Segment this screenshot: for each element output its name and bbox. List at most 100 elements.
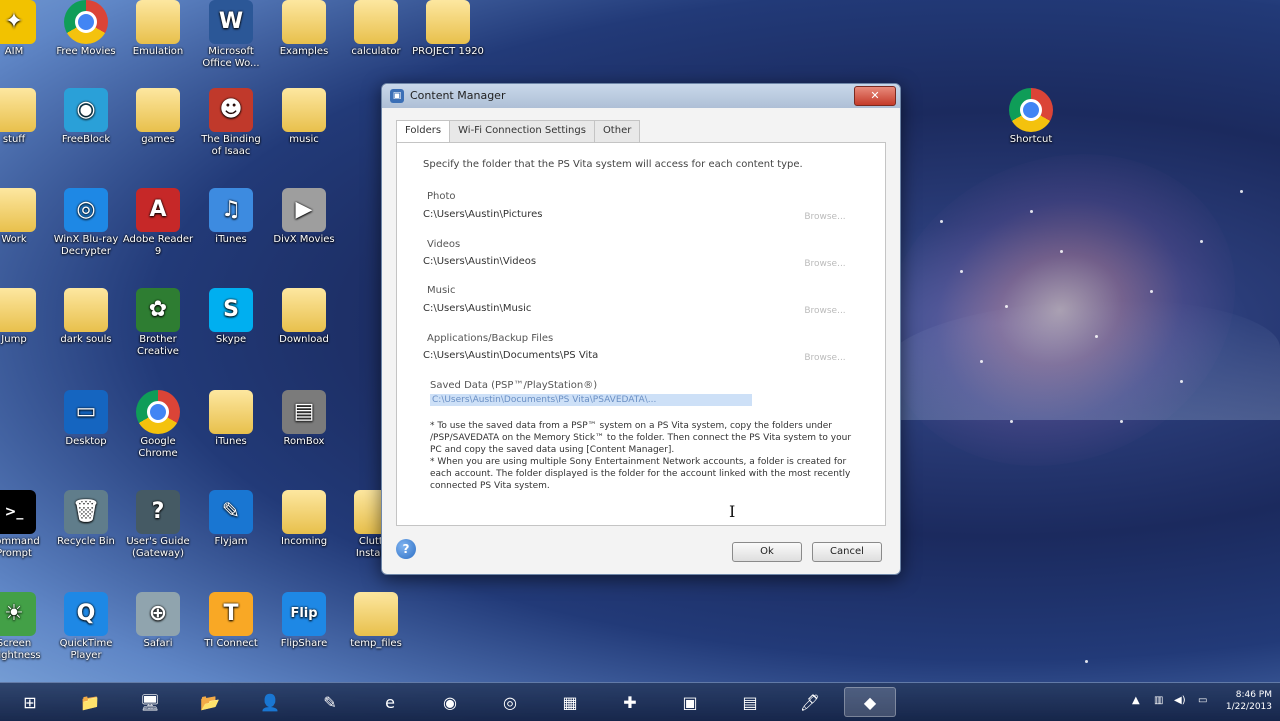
desktop-icon[interactable]: music [268, 88, 340, 146]
taskbar-app-icon[interactable]: ✚ [604, 687, 656, 717]
app-icon: ♫ [209, 188, 253, 232]
app-icon: ◎ [64, 188, 108, 232]
desktop-icon[interactable]: Work [0, 188, 50, 246]
desktop-icon[interactable]: ▭ Desktop [50, 390, 122, 448]
desktop-icon-label: Google Chrome [138, 436, 178, 459]
clock-time: 8:46 PM [1235, 690, 1272, 700]
desktop-icon[interactable]: ◎ WinX Blu-ray Decrypter [50, 188, 122, 258]
folder-icon [426, 0, 470, 44]
desktop-icon[interactable]: Download [268, 288, 340, 346]
taskbar-app-icon[interactable]: ▣ [664, 687, 716, 717]
desktop-icon[interactable]: ? User's Guide (Gateway) [122, 490, 194, 560]
desktop-icon[interactable]: stuff [0, 88, 50, 146]
desktop-icon[interactable]: temp_files [340, 592, 412, 650]
taskbar-app-icon[interactable]: ✎ [304, 687, 356, 717]
desktop-icon-label: iTunes [215, 436, 247, 447]
desktop-icon-label: Jump [1, 334, 27, 345]
tab-other[interactable]: Other [593, 120, 641, 142]
desktop-icon[interactable]: Incoming [268, 490, 340, 548]
start-button[interactable]: ⊞ [4, 687, 56, 717]
folder-icon [282, 88, 326, 132]
applications-browse-button[interactable]: Browse... [795, 350, 855, 366]
desktop-icon[interactable]: A Adobe Reader 9 [122, 188, 194, 258]
desktop-icon[interactable]: ⊕ Safari [122, 592, 194, 650]
saved-data-path[interactable]: C:\Users\Austin\Documents\PS Vita\PSAVED… [430, 394, 752, 406]
desktop-icon[interactable]: Examples [268, 0, 340, 58]
desktop-icon[interactable]: Shortcut [995, 88, 1067, 146]
app-icon: ✿ [136, 288, 180, 332]
tab-folders[interactable]: Folders [396, 120, 451, 142]
taskbar-app-icon[interactable]: ▤ [724, 687, 776, 717]
taskbar-app-icon[interactable]: ◎ [484, 687, 536, 717]
desktop-icon-label: Microsoft Office Wo... [202, 46, 260, 69]
app-icon: ☻ [209, 88, 253, 132]
applications-path: C:\Users\Austin\Documents\PS Vita [423, 350, 599, 361]
saved-data-note-1: * To use the saved data from a PSP™ syst… [430, 421, 852, 455]
cancel-button[interactable]: Cancel [812, 542, 882, 562]
desktop-icon[interactable]: ✦ AIM [0, 0, 50, 58]
taskbar-app-icon[interactable]: 👤 [244, 687, 296, 717]
clock[interactable]: 8:46 PM 1/22/2013 [1226, 689, 1272, 713]
desktop-icon[interactable]: ◉ FreeBlock [50, 88, 122, 146]
music-browse-button[interactable]: Browse... [795, 303, 855, 319]
star [1085, 660, 1088, 663]
desktop-icon[interactable]: calculator [340, 0, 412, 58]
desktop-icon[interactable]: iTunes [195, 390, 267, 448]
desktop-icon[interactable]: Flip FlipShare [268, 592, 340, 650]
tray-arrow-icon[interactable]: ▲ [1132, 695, 1140, 706]
taskbar-app-icon[interactable]: 📂 [184, 687, 236, 717]
desktop-icon[interactable]: PROJECT 1920 [412, 0, 484, 58]
network-icon[interactable]: ▥ [1154, 695, 1163, 706]
desktop-icon[interactable]: 🗑 Recycle Bin [50, 490, 122, 548]
desktop-icon[interactable]: Emulation [122, 0, 194, 58]
desktop-icon[interactable]: ♫ iTunes [195, 188, 267, 246]
dialog-titlebar[interactable]: ▣ Content Manager ✕ [382, 84, 900, 108]
folder-icon [0, 288, 36, 332]
desktop-icon[interactable]: S Skype [195, 288, 267, 346]
desktop-icon-label: Work [1, 234, 27, 245]
desktop-icon[interactable]: Google Chrome [122, 390, 194, 460]
close-button[interactable]: ✕ [854, 86, 896, 106]
star [1150, 290, 1153, 293]
taskbar-app-icon[interactable]: 🖊 [784, 687, 836, 717]
desktop-icon[interactable]: ✎ Flyjam [195, 490, 267, 548]
desktop-icon[interactable]: ▤ RomBox [268, 390, 340, 448]
taskbar-app-icon[interactable]: ◉ [424, 687, 476, 717]
app-icon: S [209, 288, 253, 332]
app-icon: T [209, 592, 253, 636]
help-icon[interactable]: ? [396, 539, 416, 559]
desktop-icon-label: Incoming [280, 536, 328, 547]
volume-icon[interactable]: ◀) [1174, 695, 1186, 706]
desktop-icon-label: WinX Blu-ray Decrypter [53, 234, 119, 257]
videos-path: C:\Users\Austin\Videos [423, 256, 537, 267]
app-icon: ▶ [282, 188, 326, 232]
taskbar-app-icon[interactable]: ◆ [844, 687, 896, 717]
star [1030, 210, 1033, 213]
taskbar-app-icon[interactable]: ▦ [544, 687, 596, 717]
desktop-icon[interactable]: >_Command Prompt [0, 490, 50, 560]
desktop-icon[interactable]: T TI Connect [195, 592, 267, 650]
taskbar-app-icon[interactable]: 📁 [64, 687, 116, 717]
desktop-icon[interactable]: Q QuickTime Player [50, 592, 122, 662]
taskbar-app-icon[interactable]: 🖥 [124, 687, 176, 717]
desktop-icon[interactable]: ☀Screen Brightness [0, 592, 50, 662]
desktop-icon[interactable]: dark souls [50, 288, 122, 346]
ok-button[interactable]: Ok [732, 542, 802, 562]
desktop-icon[interactable]: ▶ DivX Movies [268, 188, 340, 246]
photo-browse-button[interactable]: Browse... [795, 209, 855, 225]
desktop-icon[interactable]: ✿ Brother Creative [122, 288, 194, 358]
videos-browse-button[interactable]: Browse... [795, 256, 855, 272]
app-icon: ✎ [209, 490, 253, 534]
tab-wifi-settings[interactable]: Wi-Fi Connection Settings [449, 120, 595, 142]
taskbar-app-icon[interactable]: e [364, 687, 416, 717]
battery-icon[interactable]: ▭ [1198, 695, 1207, 706]
desktop-icon[interactable]: Free Movies [50, 0, 122, 58]
star [940, 220, 943, 223]
desktop-icon-label: Free Movies [56, 46, 116, 57]
desktop-icon[interactable]: ☻ The Binding of Isaac [195, 88, 267, 158]
desktop-icon[interactable]: games [122, 88, 194, 146]
desktop-icon[interactable]: W Microsoft Office Wo... [195, 0, 267, 70]
desktop-icon[interactable]: Jump [0, 288, 50, 346]
desktop-icon-label: Shortcut [1009, 134, 1053, 145]
app-icon: Q [64, 592, 108, 636]
